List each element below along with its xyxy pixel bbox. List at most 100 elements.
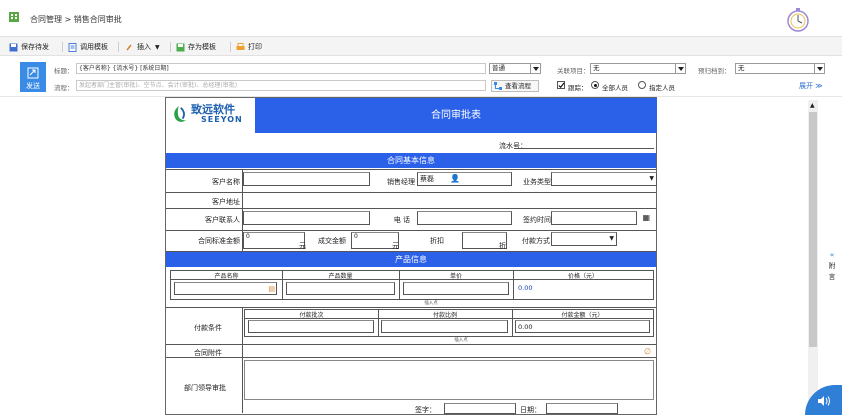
serial-number-field[interactable] — [514, 148, 654, 149]
clock-icon[interactable] — [786, 6, 810, 34]
breadcrumb: 合同管理 > 销售合同审批 — [30, 15, 122, 24]
user-select-icon[interactable]: 👤 — [450, 173, 460, 185]
related-project-label: 关联项目： — [557, 67, 590, 75]
serial-label: 流水号： — [499, 142, 527, 150]
save-draft-button[interactable]: 保存待发 — [9, 41, 49, 53]
send-icon — [27, 67, 39, 79]
contract-approval-form: 致远软件 SEEYON 合同审批表 流水号： 合同基本信息 客户名称 销售经理 … — [165, 97, 657, 415]
yuan-unit-2: 元 — [392, 242, 399, 250]
trace-checkbox[interactable] — [557, 81, 565, 89]
save-template-icon — [176, 43, 185, 51]
product-col-price: 单价 — [449, 273, 462, 280]
standard-amount-label: 合同标准金额 — [198, 237, 240, 245]
dept-leader-approval-label: 部门领导审批 — [184, 384, 226, 392]
flow-icon — [494, 82, 502, 90]
business-type-label: 业务类型 — [523, 178, 551, 186]
date-input[interactable] — [546, 403, 618, 414]
logo-swoosh-icon — [174, 106, 187, 122]
send-button[interactable]: 发送 — [20, 62, 46, 92]
form-title: 合同审批表 — [255, 98, 657, 133]
payment-col-amount: 付款金额（元） — [561, 312, 604, 319]
product-table: 产品名称 产品数量 单价 价格（元） ▤ 0.00 — [170, 270, 654, 300]
product-total-value: 0.00 — [518, 284, 533, 292]
payment-col-ratio: 付款比例 — [432, 312, 457, 319]
save-icon — [9, 43, 18, 51]
subject-input[interactable]: {客户名称} {流水号} [系统日期] — [76, 63, 486, 74]
paperclip-icon — [126, 44, 132, 50]
payment-method-select[interactable]: ▼ — [551, 232, 617, 246]
customer-name-input[interactable] — [243, 172, 370, 186]
customer-address-input[interactable] — [243, 193, 656, 208]
attachment-note-tab[interactable]: « 附 言 — [826, 250, 838, 283]
dept-leader-opinion-input[interactable] — [244, 360, 654, 400]
scrollbar-thumb[interactable] — [809, 112, 817, 347]
specific-people-radio[interactable] — [638, 81, 646, 89]
printer-icon — [236, 42, 245, 50]
payment-terms-label: 付款条件 — [194, 324, 222, 332]
send-header: 发送 标题： {客户名称} {流水号} [系统日期] 普通 关联项目： 无 预归… — [0, 57, 842, 97]
paperclip-icon[interactable]: ∅ — [644, 347, 651, 356]
chevron-down-icon — [530, 64, 540, 73]
customer-contact-input[interactable] — [243, 211, 370, 225]
vertical-scrollbar[interactable]: ▲ — [808, 100, 818, 415]
customer-address-label: 客户地址 — [212, 198, 240, 206]
payment-col-batch: 付款批次 — [299, 312, 324, 319]
product-lookup-icon[interactable]: ▤ — [268, 283, 275, 295]
archive-select[interactable]: 无 — [735, 63, 825, 74]
scroll-up-icon[interactable]: ▲ — [810, 102, 815, 109]
date-label: 日期： — [520, 406, 541, 414]
all-people-label: 全部人员 — [602, 84, 628, 92]
customer-contact-label: 客户联系人 — [205, 216, 240, 224]
view-flow-button[interactable]: 查看流程 — [491, 80, 539, 92]
subject-label: 标题： — [54, 67, 74, 75]
product-col-qty: 产品数量 — [328, 273, 353, 280]
yuan-unit: 元 — [299, 242, 306, 250]
sign-time-input[interactable]: ▦ — [551, 211, 650, 225]
section-basic-info: 合同基本信息 — [166, 153, 656, 168]
sales-manager-label: 销售经理 — [387, 178, 415, 186]
product-col-total: 价格（元） — [567, 273, 598, 280]
archive-label: 预归档到： — [698, 67, 731, 75]
expand-link[interactable]: 展开 ≫ — [799, 81, 823, 91]
building-icon — [9, 12, 19, 22]
payment-amount-input[interactable]: 0.00 — [515, 320, 650, 333]
chevron-down-icon — [675, 64, 685, 73]
payment-method-label: 付款方式 — [522, 237, 550, 245]
template-icon — [68, 42, 77, 52]
chevron-down-icon: ▼ — [155, 43, 160, 51]
speaker-icon — [818, 396, 830, 406]
related-project-select[interactable]: 无 — [590, 63, 686, 74]
call-template-button[interactable]: 调用模板 — [68, 41, 108, 53]
payment-ratio-input[interactable] — [381, 320, 508, 333]
product-name-input[interactable]: ▤ — [174, 282, 277, 295]
business-type-select[interactable]: ▼ — [551, 172, 657, 186]
all-people-radio[interactable] — [591, 81, 599, 89]
double-chevron-down-icon: ≫ — [815, 82, 823, 90]
product-col-name: 产品名称 — [214, 273, 239, 280]
logo-text-en: SEEYON — [201, 115, 243, 124]
insert-row-hint[interactable]: 插入点 — [416, 300, 446, 306]
seeyon-logo: 致远软件 SEEYON — [167, 98, 255, 133]
importance-select[interactable]: 普通 — [489, 63, 541, 74]
payment-batch-input[interactable] — [248, 320, 374, 333]
check-icon — [558, 82, 565, 89]
insert-dropdown-button[interactable]: 插入 ▼ — [125, 41, 160, 53]
chevron-down-icon: ▼ — [649, 175, 654, 182]
insert-row-hint-2[interactable]: 插入点 — [446, 337, 476, 343]
specific-people-label: 指定人员 — [649, 84, 675, 92]
phone-label: 电 话 — [393, 216, 410, 224]
calendar-icon[interactable]: ▦ — [642, 212, 650, 224]
product-price-input[interactable] — [403, 282, 509, 295]
flow-input[interactable]: 发起者部门主管(审批)、空节点、会计(审批)、总经理(审批) — [76, 80, 486, 91]
section-product-info: 产品信息 — [166, 252, 656, 267]
top-bar: 合同管理 > 销售合同审批 — [0, 0, 842, 36]
sign-input[interactable] — [444, 403, 516, 414]
print-button[interactable]: 打印 — [236, 41, 262, 53]
product-qty-input[interactable] — [286, 282, 395, 295]
discount-label: 折扣 — [430, 237, 444, 245]
save-as-template-button[interactable]: 存为模板 — [176, 41, 216, 53]
sign-label: 签字： — [415, 406, 436, 414]
toolbar: 保存待发 调用模板 插入 ▼ 存为模板 打印 — [0, 36, 842, 56]
trace-label: 跟踪： — [568, 84, 588, 92]
payment-table: 付款批次 付款比例 付款金额（元） 0.00 — [244, 309, 654, 337]
